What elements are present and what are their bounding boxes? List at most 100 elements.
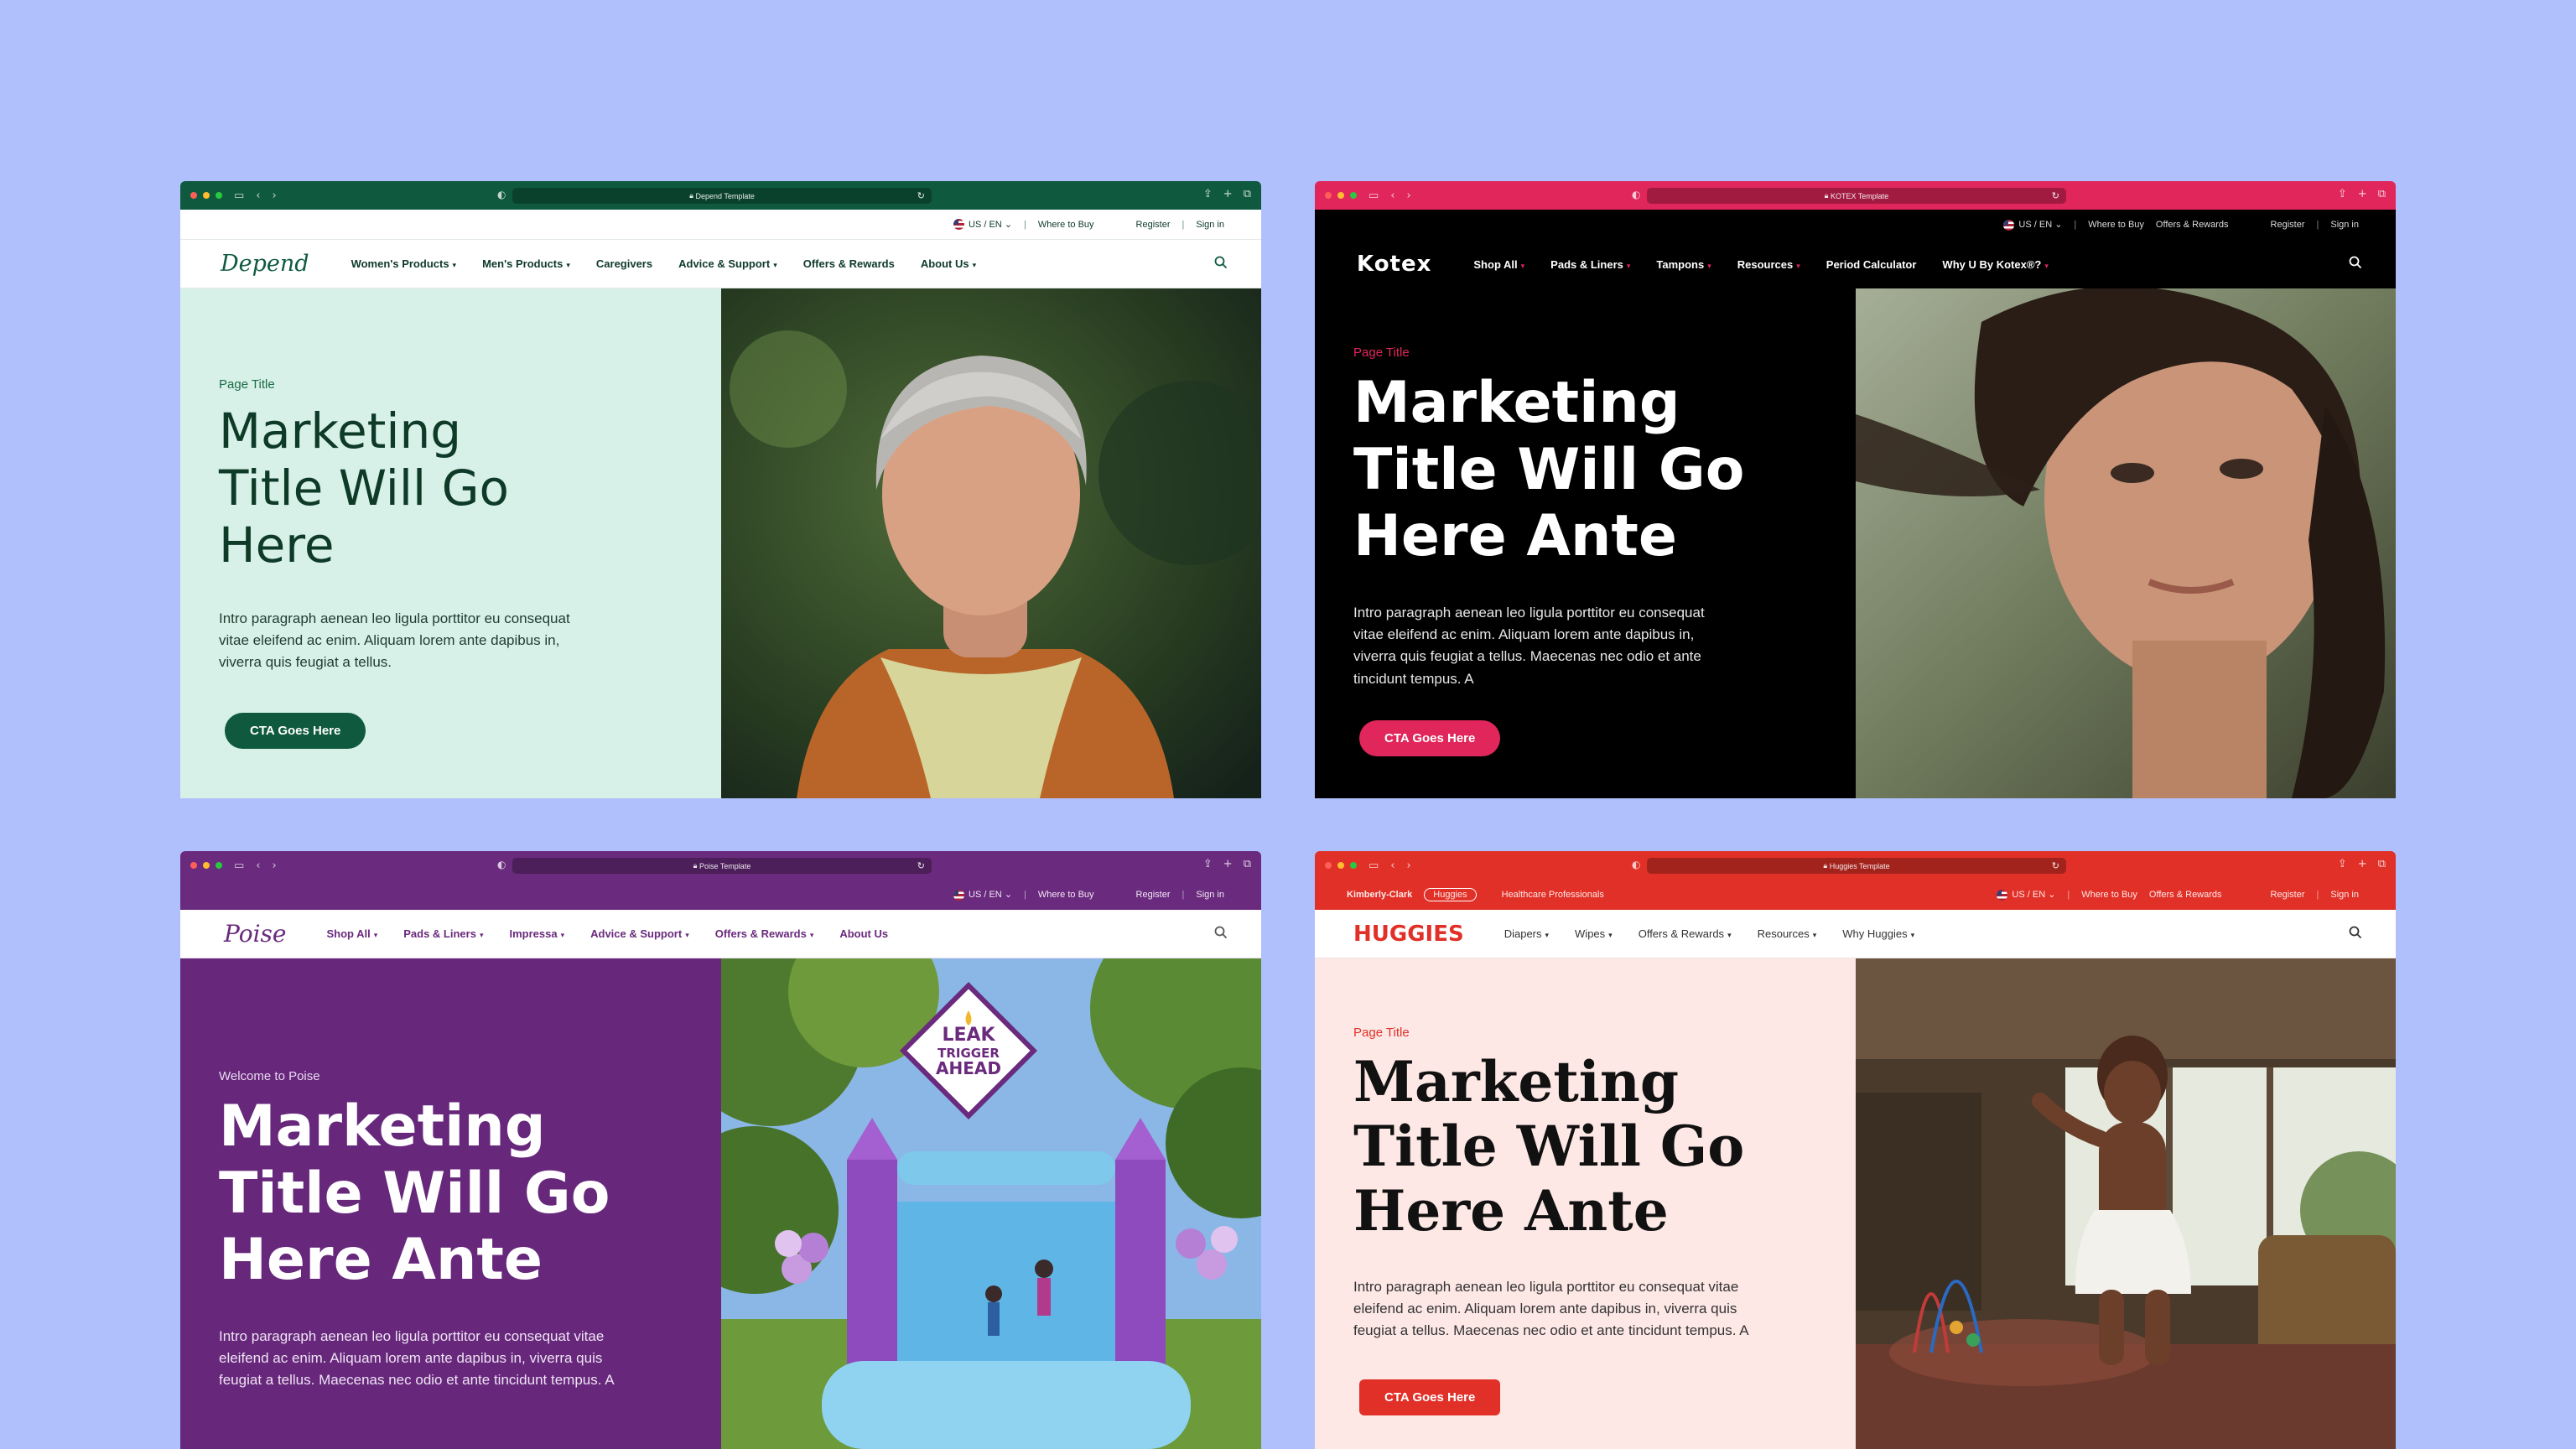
forward-icon[interactable]: ›	[273, 860, 277, 872]
kotex-logo[interactable]: Kotex	[1357, 252, 1431, 277]
nav-pads-liners[interactable]: Pads & Liners ▾	[1550, 258, 1630, 271]
nav-about-us[interactable]: About Us ▾	[921, 257, 976, 270]
nav-advice-support[interactable]: Advice & Support ▾	[678, 257, 777, 270]
search-icon[interactable]	[1214, 926, 1228, 939]
locale-selector[interactable]: US / EN ⌄	[953, 889, 1012, 901]
sidebar-toggle-icon[interactable]: ▭	[1368, 860, 1379, 872]
offers-rewards-link[interactable]: Offers & Rewards	[2149, 890, 2222, 900]
address-bar[interactable]: 🔒︎ Poise Template ↻	[512, 858, 932, 874]
nav-why-u-by-kotex[interactable]: Why U By Kotex®? ▾	[1942, 258, 2048, 271]
nav-shop-all[interactable]: Shop All ▾	[326, 927, 377, 940]
tabs-overview-icon[interactable]: ⧉	[1244, 188, 1251, 200]
tabs-overview-icon[interactable]: ⧉	[1244, 858, 1251, 870]
minimize-window-button[interactable]	[1337, 862, 1344, 869]
close-window-button[interactable]	[190, 862, 197, 869]
sign-in-link[interactable]: Sign in	[2330, 220, 2359, 230]
cta-button[interactable]: CTA Goes Here	[1359, 720, 1501, 757]
address-bar[interactable]: 🔒︎ Huggies Template ↻	[1647, 858, 2066, 874]
register-link[interactable]: Register	[1136, 220, 1171, 230]
forward-icon[interactable]: ›	[273, 190, 277, 202]
nav-caregivers[interactable]: Caregivers	[596, 257, 652, 270]
sign-in-link[interactable]: Sign in	[2330, 890, 2359, 900]
address-bar[interactable]: 🔒︎ Depend Template ↻	[512, 188, 932, 204]
nav-offers-rewards[interactable]: Offers & Rewards	[803, 257, 895, 270]
reload-icon[interactable]: ↻	[2052, 190, 2059, 201]
new-tab-icon[interactable]: +	[1223, 188, 1233, 200]
nav-impressa[interactable]: Impressa ▾	[509, 927, 564, 940]
share-icon[interactable]: ⇪	[1203, 188, 1213, 200]
forward-icon[interactable]: ›	[1407, 860, 1411, 872]
offers-rewards-link[interactable]: Offers & Rewards	[2156, 220, 2229, 230]
nav-shop-all[interactable]: Shop All ▾	[1473, 258, 1524, 271]
nav-pads-liners[interactable]: Pads & Liners ▾	[403, 927, 483, 940]
privacy-shield-icon[interactable]: ◐	[497, 189, 506, 200]
sidebar-toggle-icon[interactable]: ▭	[1368, 190, 1379, 202]
search-icon[interactable]	[1214, 256, 1228, 269]
new-tab-icon[interactable]: +	[1223, 858, 1233, 870]
nav-resources[interactable]: Resources ▾	[1758, 927, 1817, 940]
maximize-window-button[interactable]	[1350, 862, 1357, 869]
reload-icon[interactable]: ↻	[917, 860, 925, 871]
nav-womens-products[interactable]: Women's Products ▾	[351, 257, 457, 270]
nav-about-us[interactable]: About Us	[839, 927, 888, 940]
sidebar-toggle-icon[interactable]: ▭	[234, 860, 244, 872]
where-to-buy-link[interactable]: Where to Buy	[1038, 220, 1094, 230]
nav-resources[interactable]: Resources ▾	[1737, 258, 1800, 271]
nav-advice-support[interactable]: Advice & Support ▾	[590, 927, 689, 940]
nav-period-calculator[interactable]: Period Calculator	[1826, 258, 1917, 271]
locale-selector[interactable]: US / EN ⌄	[2003, 219, 2062, 231]
maximize-window-button[interactable]	[1350, 192, 1357, 199]
share-icon[interactable]: ⇪	[1203, 858, 1213, 870]
close-window-button[interactable]	[190, 192, 197, 199]
nav-why-huggies[interactable]: Why Huggies ▾	[1842, 927, 1914, 940]
where-to-buy-link[interactable]: Where to Buy	[2088, 220, 2144, 230]
privacy-shield-icon[interactable]: ◐	[1632, 859, 1640, 870]
nav-wipes[interactable]: Wipes ▾	[1575, 927, 1613, 940]
back-icon[interactable]: ‹	[256, 190, 260, 202]
nav-offers-rewards[interactable]: Offers & Rewards ▾	[1639, 927, 1732, 940]
minimize-window-button[interactable]	[203, 862, 210, 869]
nav-mens-products[interactable]: Men's Products ▾	[482, 257, 570, 270]
cta-button[interactable]: CTA Goes Here	[1359, 1379, 1501, 1415]
where-to-buy-link[interactable]: Where to Buy	[1038, 890, 1094, 900]
nav-diapers[interactable]: Diapers ▾	[1504, 927, 1549, 940]
sign-in-link[interactable]: Sign in	[1196, 890, 1224, 900]
search-icon[interactable]	[2349, 256, 2362, 269]
search-icon[interactable]	[2349, 926, 2362, 939]
nav-tampons[interactable]: Tampons ▾	[1656, 258, 1711, 271]
kimberly-clark-logo[interactable]: Kimberly-Clark	[1347, 890, 1412, 900]
register-link[interactable]: Register	[1136, 890, 1171, 900]
sign-in-link[interactable]: Sign in	[1196, 220, 1224, 230]
privacy-shield-icon[interactable]: ◐	[1632, 189, 1640, 200]
healthcare-professionals-link[interactable]: Healthcare Professionals	[1502, 890, 1604, 900]
back-icon[interactable]: ‹	[256, 860, 260, 872]
register-link[interactable]: Register	[2271, 220, 2305, 230]
share-icon[interactable]: ⇪	[2338, 188, 2347, 200]
close-window-button[interactable]	[1325, 862, 1332, 869]
close-window-button[interactable]	[1325, 192, 1332, 199]
address-bar[interactable]: 🔒︎ KOTEX Template ↻	[1647, 188, 2066, 204]
tabs-overview-icon[interactable]: ⧉	[2378, 858, 2386, 870]
back-icon[interactable]: ‹	[1390, 860, 1394, 872]
new-tab-icon[interactable]: +	[2358, 858, 2367, 870]
privacy-shield-icon[interactable]: ◐	[497, 859, 506, 870]
maximize-window-button[interactable]	[216, 192, 222, 199]
nav-offers-rewards[interactable]: Offers & Rewards ▾	[715, 927, 814, 940]
where-to-buy-link[interactable]: Where to Buy	[2081, 890, 2137, 900]
new-tab-icon[interactable]: +	[2358, 188, 2367, 200]
share-icon[interactable]: ⇪	[2338, 858, 2347, 870]
minimize-window-button[interactable]	[203, 192, 210, 199]
maximize-window-button[interactable]	[216, 862, 222, 869]
poise-logo[interactable]: Poise	[224, 920, 286, 948]
back-icon[interactable]: ‹	[1390, 190, 1394, 202]
sidebar-toggle-icon[interactable]: ▭	[234, 190, 244, 202]
huggies-brand-pill[interactable]: Huggies	[1424, 888, 1477, 901]
reload-icon[interactable]: ↻	[917, 190, 925, 201]
locale-selector[interactable]: US / EN ⌄	[1997, 889, 2055, 901]
forward-icon[interactable]: ›	[1407, 190, 1411, 202]
locale-selector[interactable]: US / EN ⌄	[953, 219, 1012, 231]
reload-icon[interactable]: ↻	[2052, 860, 2059, 871]
minimize-window-button[interactable]	[1337, 192, 1344, 199]
depend-logo[interactable]: Depend	[221, 251, 309, 277]
register-link[interactable]: Register	[2271, 890, 2305, 900]
